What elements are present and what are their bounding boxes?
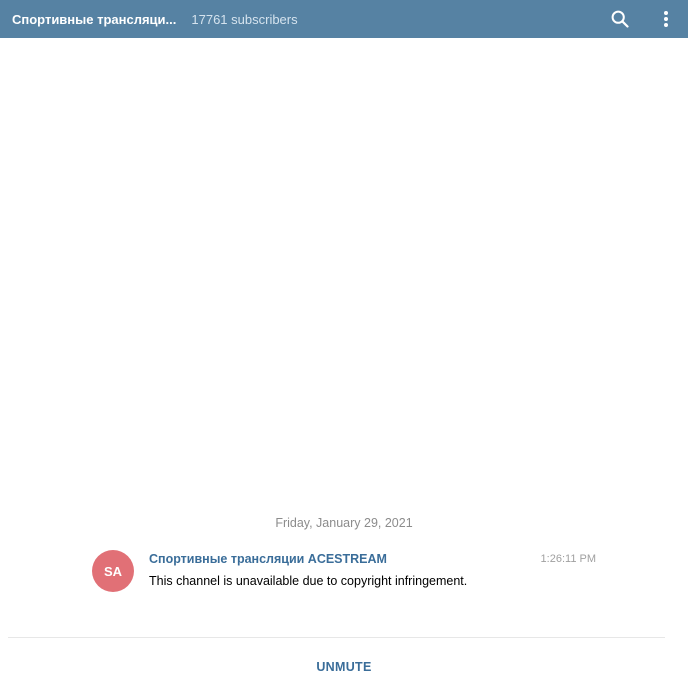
- search-icon: [611, 10, 629, 28]
- more-vertical-icon: [664, 11, 668, 27]
- message-text: This channel is unavailable due to copyr…: [149, 574, 468, 588]
- message-author[interactable]: Спортивные трансляции ACESTREAM: [149, 552, 387, 566]
- footer-divider: [8, 637, 665, 638]
- message-time: 1:26:11 PM: [540, 553, 596, 565]
- chat-header: Спортивные трансляци... 17761 subscriber…: [0, 0, 688, 38]
- date-separator: Friday, January 29, 2021: [275, 516, 413, 530]
- footer-bar: UNMUTE: [0, 639, 688, 694]
- search-button[interactable]: [602, 0, 638, 38]
- unmute-button[interactable]: UNMUTE: [302, 654, 385, 680]
- more-options-button[interactable]: [652, 0, 680, 38]
- chat-header-info[interactable]: Спортивные трансляци... 17761 subscriber…: [0, 0, 298, 38]
- header-actions: [602, 0, 688, 38]
- telegram-window: Спортивные трансляци... 17761 subscriber…: [0, 0, 688, 694]
- channel-title[interactable]: Спортивные трансляци...: [12, 12, 176, 27]
- message-item[interactable]: SA Спортивные трансляции ACESTREAM 1:26:…: [92, 548, 600, 598]
- avatar[interactable]: SA: [92, 550, 134, 592]
- subscriber-count: 17761 subscribers: [191, 11, 298, 27]
- message-history[interactable]: Friday, January 29, 2021 SA Спортивные т…: [0, 38, 688, 636]
